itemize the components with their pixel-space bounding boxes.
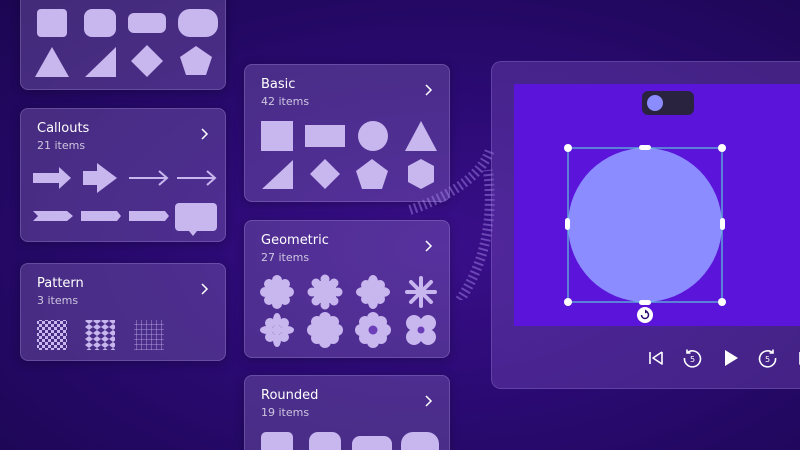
circle-shape[interactable] bbox=[568, 148, 722, 302]
card-count: 19 items bbox=[261, 406, 310, 419]
resize-handle-top bbox=[639, 145, 651, 150]
forward-5-icon[interactable]: 5 bbox=[756, 346, 780, 370]
grid-pattern-shape bbox=[134, 320, 164, 350]
shape-category-card-top[interactable] bbox=[20, 0, 226, 90]
resize-handle-right bbox=[720, 218, 725, 230]
right-triangle-shape bbox=[85, 47, 116, 77]
design-canvas[interactable] bbox=[514, 84, 800, 326]
card-title: Pattern bbox=[37, 276, 84, 291]
rounded-square-shape bbox=[84, 9, 116, 37]
speech-bubble-shape bbox=[175, 203, 217, 236]
chevron-right-icon[interactable] bbox=[197, 282, 211, 296]
flower-scalloped-shape bbox=[260, 275, 294, 309]
flower-wavy-shape bbox=[307, 274, 343, 310]
selection-layer bbox=[564, 144, 726, 323]
square-shape bbox=[37, 9, 67, 37]
rounded-card[interactable]: Rounded 19 items bbox=[244, 375, 450, 450]
editor-panel: 5 5 bbox=[491, 61, 800, 389]
flower-daisy-shape bbox=[260, 313, 294, 347]
rounded-square-large-shape bbox=[309, 432, 341, 450]
resize-handle-tl bbox=[564, 144, 572, 152]
rounded-rect-shape bbox=[128, 13, 166, 33]
play-icon[interactable] bbox=[718, 346, 742, 370]
flower-ring-shape bbox=[355, 312, 391, 348]
playback-controls: 5 5 bbox=[492, 338, 800, 378]
top-card-thumbnails bbox=[35, 9, 218, 77]
thick-arrow-shape bbox=[83, 163, 117, 193]
diamond-shape bbox=[310, 159, 340, 189]
forward-seconds-label: 5 bbox=[765, 355, 770, 364]
chevron-right-icon[interactable] bbox=[421, 394, 435, 408]
card-title: Callouts bbox=[37, 121, 90, 136]
card-title: Rounded bbox=[261, 388, 319, 403]
card-count: 42 items bbox=[261, 95, 310, 108]
resize-handle-bl bbox=[564, 298, 572, 306]
chevron-right-icon[interactable] bbox=[421, 83, 435, 97]
rounded-pill-shape bbox=[401, 432, 439, 450]
flower-cloud-shape bbox=[307, 312, 343, 348]
resize-handle-bottom bbox=[639, 300, 651, 305]
rectangle-shape bbox=[305, 125, 345, 147]
pill-shape bbox=[178, 9, 218, 37]
callouts-card[interactable]: Callouts 21 items bbox=[20, 108, 226, 242]
right-triangle-shape bbox=[262, 160, 293, 189]
tag-banner-shape bbox=[129, 211, 169, 221]
rewind-5-icon[interactable]: 5 bbox=[680, 346, 704, 370]
pattern-card[interactable]: Pattern 3 items bbox=[20, 263, 226, 361]
card-count: 27 items bbox=[261, 251, 310, 264]
rotate-icon[interactable] bbox=[637, 307, 653, 323]
resize-handle-left bbox=[565, 218, 570, 230]
circle-shape bbox=[358, 121, 388, 151]
rewind-seconds-label: 5 bbox=[690, 355, 695, 364]
card-count: 21 items bbox=[37, 139, 86, 152]
skip-forward-icon[interactable] bbox=[794, 346, 800, 370]
square-shape bbox=[261, 121, 293, 151]
quatrefoil-shape bbox=[406, 315, 436, 345]
pentagon-shape bbox=[180, 46, 212, 75]
rounded-rect-shape bbox=[352, 436, 392, 450]
card-title: Basic bbox=[261, 77, 296, 92]
resize-handle-br bbox=[718, 298, 726, 306]
flower-petal-shape bbox=[356, 275, 390, 309]
arrow-block-shape bbox=[33, 167, 71, 189]
pentagon-banner-shape bbox=[81, 211, 121, 221]
diamond-pattern-shape bbox=[85, 320, 115, 350]
triangle-shape bbox=[35, 47, 69, 77]
rounded-square-shape bbox=[261, 432, 293, 450]
resize-handle-tr bbox=[718, 144, 726, 152]
card-title: Geometric bbox=[261, 233, 329, 248]
chevron-banner-shape bbox=[33, 211, 73, 221]
card-count: 3 items bbox=[37, 294, 79, 307]
diamond-shape bbox=[131, 45, 163, 77]
pentagon-shape bbox=[356, 159, 388, 189]
skip-back-icon[interactable] bbox=[644, 346, 668, 370]
checker-pattern-shape bbox=[37, 320, 67, 350]
chevron-right-icon[interactable] bbox=[197, 127, 211, 141]
